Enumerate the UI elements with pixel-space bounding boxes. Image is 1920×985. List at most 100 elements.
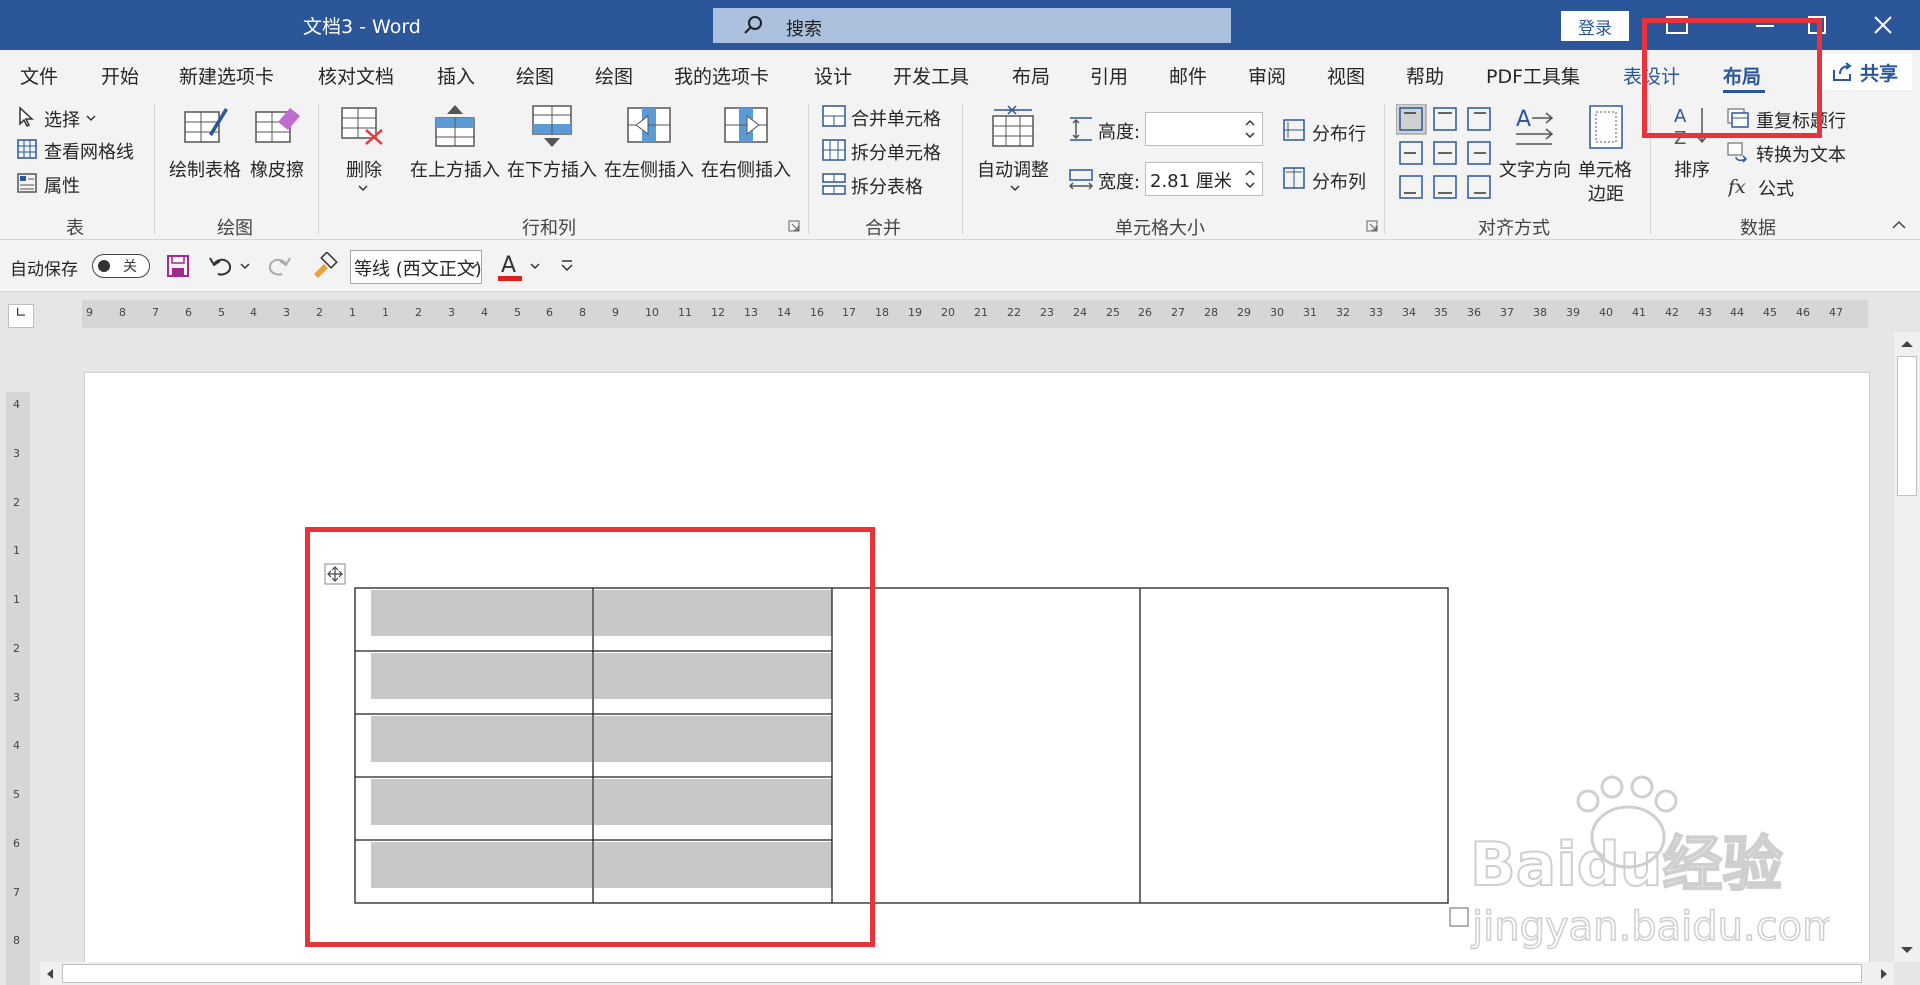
tab-new-tab[interactable]: 新建选项卡 <box>179 62 274 89</box>
dialog-launcher-icon[interactable] <box>1366 220 1378 232</box>
view-gridlines-button[interactable]: 查看网格线 <box>44 138 134 164</box>
undo-icon[interactable] <box>208 254 234 278</box>
tab-view[interactable]: 视图 <box>1327 62 1365 89</box>
ruler-number: 3 <box>448 306 455 319</box>
formula-button[interactable]: 公式 <box>1758 175 1794 201</box>
convert-to-text-button[interactable]: 转换为文本 <box>1756 141 1846 167</box>
autofit-button[interactable]: 自动调整 <box>977 156 1049 182</box>
cell-margins-icon <box>1589 105 1623 149</box>
ruler-number: 14 <box>777 306 791 319</box>
scroll-right-icon[interactable] <box>1878 967 1890 981</box>
watermark-url: jingyan.baidu.com <box>1471 904 1830 950</box>
tab-help[interactable]: 帮助 <box>1406 62 1444 89</box>
properties-button[interactable]: 属性 <box>44 172 80 198</box>
redo-icon[interactable] <box>266 254 292 278</box>
split-cells-button[interactable]: 拆分单元格 <box>851 139 941 165</box>
distribute-rows-button[interactable]: 分布行 <box>1312 120 1366 146</box>
tab-insert[interactable]: 插入 <box>437 62 475 89</box>
vertical-scroll-thumb[interactable] <box>1897 356 1917 496</box>
ruler-number: 2 <box>415 306 422 319</box>
tab-design[interactable]: 设计 <box>814 62 852 89</box>
scroll-down-icon[interactable] <box>1898 944 1916 956</box>
tab-selector[interactable]: ∟ <box>8 304 34 328</box>
group-separator <box>318 104 319 234</box>
spinner-icon[interactable] <box>1244 116 1256 142</box>
group-separator <box>808 104 809 234</box>
insert-above-button[interactable]: 在上方插入 <box>410 156 500 182</box>
svg-text:fx: fx <box>1728 176 1746 197</box>
tab-file[interactable]: 文件 <box>20 62 58 89</box>
horizontal-scroll-thumb[interactable] <box>62 964 1862 983</box>
ruler-number: 3 <box>13 691 20 704</box>
group-separator <box>962 104 963 234</box>
split-cells-icon <box>822 139 846 161</box>
row-height-icon <box>1070 117 1092 141</box>
save-icon[interactable] <box>166 254 190 278</box>
tab-home[interactable]: 开始 <box>101 62 139 89</box>
chevron-down-icon[interactable] <box>530 262 540 270</box>
close-icon[interactable] <box>1870 12 1896 38</box>
collapse-ribbon-icon[interactable] <box>1892 220 1906 230</box>
tab-draw-2[interactable]: 绘图 <box>595 62 633 89</box>
ruler-number: 4 <box>13 398 20 411</box>
text-direction-button[interactable]: 文字方向 <box>1499 156 1571 182</box>
draw-table-button[interactable]: 绘制表格 <box>169 156 241 182</box>
tab-pdf-tools[interactable]: PDF工具集 <box>1486 62 1580 89</box>
tab-mailings[interactable]: 邮件 <box>1169 62 1207 89</box>
merge-cells-button[interactable]: 合并单元格 <box>851 105 941 131</box>
search-box[interactable]: 搜索 <box>713 8 1231 43</box>
autosave-toggle[interactable]: 关 <box>92 254 150 278</box>
ruler-number: 3 <box>283 306 290 319</box>
share-icon <box>1833 62 1852 81</box>
ruler-number: 34 <box>1402 306 1416 319</box>
insert-right-button[interactable]: 在右侧插入 <box>701 156 791 182</box>
insert-below-button[interactable]: 在下方插入 <box>507 156 597 182</box>
ruler-number: 25 <box>1106 306 1120 319</box>
select-button[interactable]: 选择 <box>44 106 80 132</box>
scroll-left-icon[interactable] <box>44 967 56 981</box>
dialog-launcher-icon[interactable] <box>788 220 800 232</box>
vertical-ruler[interactable]: 4 3 2 1 1 2 3 4 5 6 7 8 <box>6 392 30 985</box>
split-table-button[interactable]: 拆分表格 <box>851 173 923 199</box>
ruler-number: 31 <box>1303 306 1317 319</box>
format-painter-icon[interactable] <box>310 252 338 280</box>
distribute-columns-button[interactable]: 分布列 <box>1312 168 1366 194</box>
tab-draw[interactable]: 绘图 <box>516 62 554 89</box>
ruler-number: 35 <box>1434 306 1448 319</box>
tab-my-tab[interactable]: 我的选项卡 <box>674 62 769 89</box>
ruler-number: 28 <box>1204 306 1218 319</box>
horizontal-ruler[interactable]: 9 8 7 6 5 4 3 2 1 1 2 3 4 5 6 8 9 10 11 12 13 14 16 17 18 19 20 21 2… <box>82 300 1868 328</box>
ruler-number: 43 <box>1698 306 1712 319</box>
ruler-number: 23 <box>1040 306 1054 319</box>
highlight-box-layout-tab <box>1642 18 1822 138</box>
ruler-number: 3 <box>13 447 20 460</box>
delete-button[interactable]: 删除 <box>346 156 382 182</box>
ruler-number: 1 <box>13 593 20 606</box>
cell-margins-label-1[interactable]: 单元格 <box>1578 156 1632 182</box>
login-button[interactable]: 登录 <box>1561 11 1629 41</box>
eraser-button[interactable]: 橡皮擦 <box>250 156 304 182</box>
insert-left-button[interactable]: 在左侧插入 <box>604 156 694 182</box>
share-button[interactable]: 共享 <box>1820 54 1912 90</box>
ruler-number: 2 <box>13 642 20 655</box>
font-color-icon[interactable]: A <box>498 250 524 282</box>
ruler-number: 30 <box>1270 306 1284 319</box>
merge-cells-icon <box>822 105 846 127</box>
sort-button[interactable]: 排序 <box>1674 156 1710 182</box>
cell-margins-label-2[interactable]: 边距 <box>1588 180 1624 206</box>
alignment-grid-icon[interactable] <box>1396 104 1496 204</box>
tab-developer[interactable]: 开发工具 <box>893 62 969 89</box>
title-bar: 文档3 - Word 搜索 登录 <box>0 0 1920 50</box>
tab-review-doc[interactable]: 核对文档 <box>318 62 394 89</box>
spinner-icon[interactable] <box>1244 166 1256 192</box>
chevron-down-icon[interactable] <box>240 262 250 270</box>
ruler-number: 2 <box>13 496 20 509</box>
tab-layout[interactable]: 布局 <box>1012 62 1050 89</box>
scroll-up-icon[interactable] <box>1898 338 1916 350</box>
font-name-select[interactable]: 等线 (西文正文) <box>350 250 482 284</box>
tab-references[interactable]: 引用 <box>1090 62 1128 89</box>
customize-toolbar-icon[interactable] <box>560 258 574 272</box>
tab-review[interactable]: 审阅 <box>1248 62 1286 89</box>
chevron-down-icon <box>468 263 478 270</box>
distribute-columns-icon <box>1283 167 1305 189</box>
